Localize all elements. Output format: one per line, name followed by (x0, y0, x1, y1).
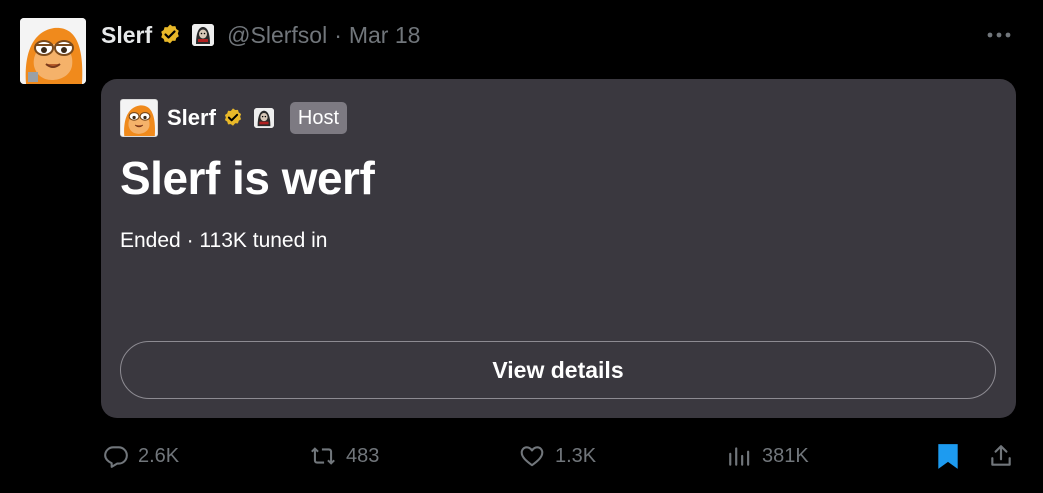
views-icon (727, 443, 753, 469)
separator-dot: · (186, 229, 194, 252)
like-icon (518, 443, 546, 469)
more-icon[interactable] (984, 22, 1014, 48)
reply-button[interactable]: 2.6K (103, 436, 179, 476)
share-icon (988, 443, 1014, 469)
space-card[interactable]: Slerf Host Slerf is werf Ended · 113K tu… (101, 79, 1016, 418)
tweet-header: Slerf @Slerfsol · Mar 18 (101, 18, 420, 52)
repost-button[interactable]: 483 (309, 436, 379, 476)
verified-badge-icon[interactable] (158, 23, 182, 47)
views-count: 381K (762, 444, 809, 467)
tweet: Slerf @Slerfsol · Mar 18 Slerf Host Sler… (0, 0, 1043, 493)
reply-count: 2.6K (138, 444, 180, 467)
repost-icon (309, 443, 337, 469)
views-button[interactable]: 381K (727, 436, 809, 476)
space-title: Slerf is werf (120, 152, 375, 204)
host-label-badge: Host (289, 102, 348, 134)
sloth-avatar-icon[interactable] (20, 18, 86, 84)
tweet-actions: 2.6K 483 1.3K 381K (0, 436, 1043, 476)
space-status: Ended (120, 229, 181, 252)
tweet-date[interactable]: Mar 18 (349, 22, 421, 49)
bookmark-icon (935, 442, 961, 470)
author-display-name[interactable]: Slerf (101, 22, 152, 49)
host-display-name: Slerf (167, 105, 216, 130)
verified-badge-icon (222, 107, 244, 129)
affiliate-badge-icon[interactable] (192, 24, 215, 46)
bookmark-button[interactable] (935, 436, 961, 476)
reply-icon (103, 443, 129, 469)
separator-dot: · (334, 21, 342, 48)
affiliate-badge-icon (253, 108, 274, 128)
like-button[interactable]: 1.3K (518, 436, 596, 476)
author-handle[interactable]: @Slerfsol (227, 22, 327, 49)
like-count: 1.3K (555, 444, 597, 467)
space-listeners: 113K tuned in (199, 229, 328, 252)
share-button[interactable] (988, 436, 1014, 476)
host-avatar-icon (120, 99, 158, 137)
space-meta: Ended · 113K tuned in (120, 229, 327, 253)
view-details-button[interactable]: View details (120, 341, 996, 399)
space-host-row: Slerf Host (120, 98, 348, 138)
repost-count: 483 (346, 444, 380, 467)
